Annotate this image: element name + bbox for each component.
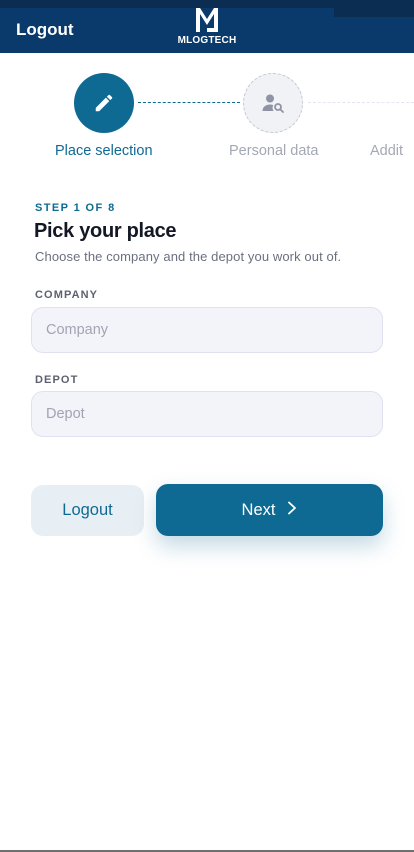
next-button-label: Next [241, 500, 276, 519]
page-subtitle: Choose the company and the depot you wor… [35, 249, 342, 264]
step-2-label: Personal data [229, 143, 319, 159]
depot-field[interactable] [31, 391, 383, 437]
pencil-icon [95, 94, 113, 112]
depot-label: DEPOT [35, 374, 79, 386]
logout-button-label: Logout [62, 501, 113, 519]
next-button[interactable]: Next [156, 484, 383, 536]
chevron-right-icon [287, 501, 297, 520]
step-1-indicator[interactable] [74, 73, 134, 133]
company-field[interactable] [31, 307, 383, 353]
user-search-icon [262, 94, 284, 113]
header-logout-link[interactable]: Logout [16, 20, 74, 40]
app-header: Logout MLOGTECH [0, 0, 414, 53]
step-3-label: Addit [370, 143, 404, 159]
step-counter: STEP 1 OF 8 [35, 202, 116, 214]
step-1-label: Place selection [55, 143, 153, 159]
company-label: COMPANY [35, 289, 99, 301]
step-2-indicator[interactable] [243, 73, 303, 133]
header-stripe-right [334, 0, 414, 17]
progress-stepper: Place selection Personal data Addit [0, 53, 414, 173]
page-title: Pick your place [34, 220, 177, 242]
app-screen: Logout MLOGTECH Place selection Personal… [0, 0, 414, 852]
step-connector [138, 102, 240, 103]
brand-mark-icon [196, 8, 218, 32]
brand-name: MLOGTECH [177, 35, 237, 46]
brand-logo: MLOGTECH [174, 6, 240, 50]
logout-button[interactable]: Logout [31, 485, 144, 536]
step-connector [308, 102, 414, 103]
